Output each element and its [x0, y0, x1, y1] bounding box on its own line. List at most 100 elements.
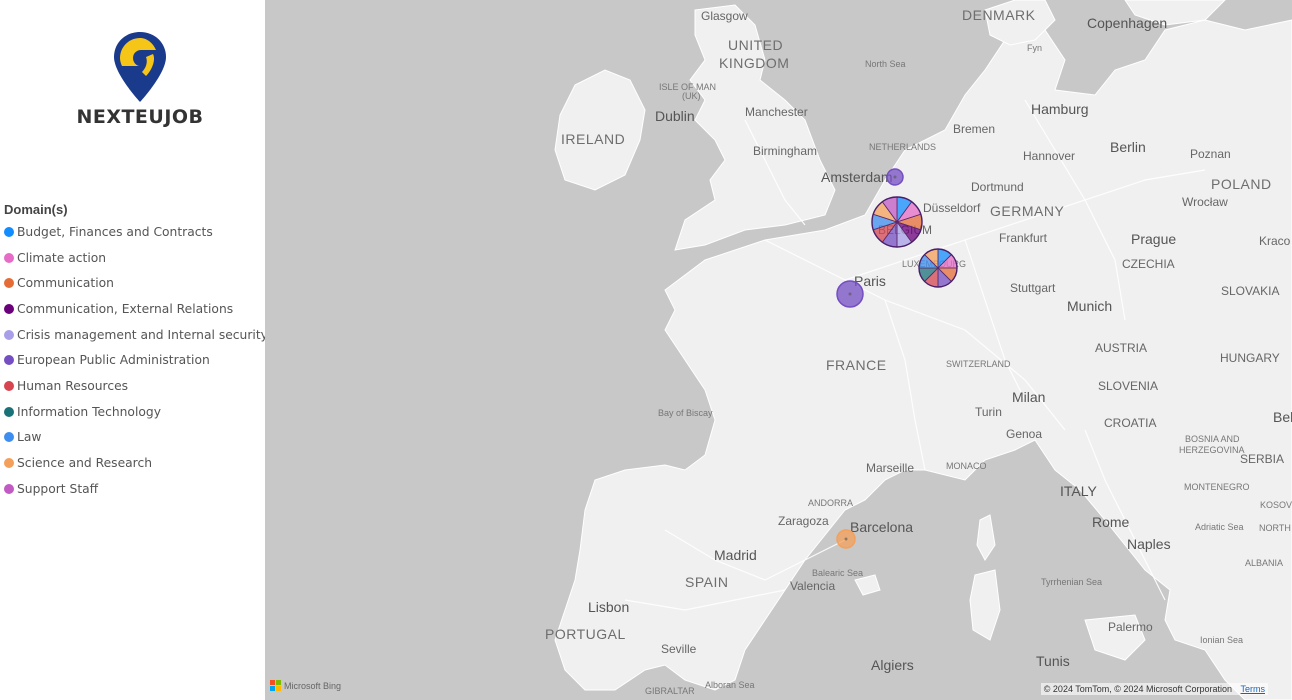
- legend-item[interactable]: Law: [4, 425, 264, 451]
- location-pin-logo-icon: [114, 32, 166, 102]
- city-label: Barcelona: [850, 519, 913, 535]
- legend-label: European Public Administration: [17, 353, 210, 368]
- country-label: SPAIN: [685, 574, 728, 590]
- city-label: Dublin: [655, 108, 695, 124]
- country-label: SERBIA: [1240, 452, 1284, 466]
- city-label: Turin: [975, 405, 1002, 419]
- city-label: Munich: [1067, 298, 1112, 314]
- city-label: Prague: [1131, 231, 1176, 247]
- pie-bubble-brussels[interactable]: [871, 196, 923, 248]
- country-label: MONACO: [946, 461, 987, 471]
- country-label: IRELAND: [561, 131, 625, 147]
- legend-label: Crisis management and Internal security: [17, 327, 268, 342]
- city-label: Bremen: [953, 122, 995, 136]
- country-label: PORTUGAL: [545, 626, 626, 642]
- country-label: FRANCE: [826, 357, 887, 373]
- country-label: BOSNIA AND: [1185, 434, 1240, 444]
- city-label: Manchester: [745, 105, 808, 119]
- city-label: Copenhagen: [1087, 15, 1167, 31]
- legend-swatch: [4, 303, 14, 314]
- city-label: Marseille: [866, 461, 914, 475]
- legend-swatch: [4, 432, 14, 443]
- country-label: ANDORRA: [808, 498, 853, 508]
- country-label: DENMARK: [962, 7, 1036, 23]
- pie-bubble-paris[interactable]: [836, 280, 864, 308]
- country-label: MONTENEGRO: [1184, 482, 1250, 492]
- brand-logo: NEXTEUJOB: [70, 30, 210, 130]
- map-visual[interactable]: Glasgow UNITED KINGDOM ISLE OF MAN (UK) …: [265, 0, 1292, 700]
- legend-item[interactable]: Science and Research: [4, 450, 264, 476]
- country-label: KOSOVO: [1260, 500, 1292, 510]
- terms-link[interactable]: Terms: [1241, 684, 1266, 694]
- city-label: Zaragoza: [778, 514, 829, 528]
- city-label: Fyn: [1027, 43, 1042, 53]
- microsoft-logo-icon: [270, 680, 281, 691]
- legend-item[interactable]: Communication, External Relations: [4, 296, 264, 322]
- map-legend: Domain(s) Budget, Finances and Contracts…: [4, 202, 268, 502]
- country-label: POLAND: [1211, 176, 1272, 192]
- city-label: Berlin: [1110, 139, 1146, 155]
- legend-label: Information Technology: [17, 404, 161, 419]
- country-label: GERMANY: [990, 203, 1064, 219]
- legend-swatch: [4, 458, 14, 469]
- city-label: Dortmund: [971, 180, 1024, 194]
- country-label: SWITZERLAND: [946, 359, 1011, 369]
- country-label: AUSTRIA: [1095, 341, 1147, 355]
- country-label: KINGDOM: [719, 55, 789, 71]
- pie-bubble-luxembourg[interactable]: [918, 248, 958, 288]
- report-canvas: NEXTEUJOB Domain(s) Budget, Finances and…: [0, 0, 1292, 700]
- pie-bubble-amsterdam[interactable]: [886, 168, 904, 186]
- map-canvas[interactable]: Glasgow UNITED KINGDOM ISLE OF MAN (UK) …: [265, 0, 1292, 700]
- land-corsica: [976, 514, 996, 561]
- legend-item[interactable]: Human Resources: [4, 373, 264, 399]
- brand-name: NEXTEUJOB: [76, 106, 204, 128]
- sea-label: North Sea: [865, 59, 906, 69]
- legend-item[interactable]: European Public Administration: [4, 347, 264, 373]
- legend-title: Domain(s): [4, 202, 68, 217]
- country-label: GIBRALTAR: [645, 686, 695, 696]
- legend-label: Law: [17, 430, 42, 445]
- city-label: Bel: [1273, 409, 1292, 425]
- city-label: Düsseldorf: [923, 201, 981, 215]
- city-label: Hannover: [1023, 149, 1075, 163]
- legend-label: Climate action: [17, 250, 107, 265]
- pie-bubble-barcelona[interactable]: [836, 529, 856, 549]
- legend-item[interactable]: Support Staff: [4, 476, 264, 502]
- city-label: Naples: [1127, 536, 1171, 552]
- legend-label: Communication, External Relations: [17, 301, 234, 316]
- country-label: HERZEGOVINA: [1179, 445, 1245, 455]
- land-mallorca: [854, 574, 881, 596]
- city-label: Birmingham: [753, 144, 817, 158]
- legend-item[interactable]: Crisis management and Internal security: [4, 322, 268, 348]
- legend-item[interactable]: Climate action: [4, 245, 264, 271]
- country-label: NETHERLANDS: [869, 142, 936, 152]
- legend-swatch: [4, 483, 14, 494]
- city-label: Seville: [661, 642, 697, 656]
- country-label: (UK): [682, 91, 701, 101]
- legend-label: Science and Research: [17, 456, 153, 471]
- sea-label: Tyrrhenian Sea: [1041, 577, 1102, 587]
- bubble-center: [893, 175, 897, 179]
- legend-item[interactable]: Budget, Finances and Contracts: [4, 219, 264, 245]
- city-label: Valencia: [790, 579, 835, 593]
- country-label: CROATIA: [1104, 416, 1156, 430]
- country-label: ITALY: [1060, 483, 1097, 499]
- city-label: Palermo: [1108, 620, 1153, 634]
- legend-item[interactable]: Information Technology: [4, 399, 264, 425]
- city-label: Algiers: [871, 657, 914, 673]
- copyright-text: © 2024 TomTom, © 2024 Microsoft Corporat…: [1043, 684, 1232, 694]
- bubble-center: [844, 537, 848, 541]
- legend-swatch: [4, 329, 14, 340]
- city-label: Hamburg: [1031, 101, 1089, 117]
- legend-swatch: [4, 252, 14, 263]
- legend-item[interactable]: Communication: [4, 270, 264, 296]
- legend-swatch: [4, 406, 14, 417]
- country-label: HUNGARY: [1220, 351, 1280, 365]
- country-label: SLOVAKIA: [1221, 284, 1279, 298]
- bing-attribution: Microsoft Bing: [270, 680, 341, 691]
- sea-label: Balearic Sea: [812, 568, 863, 578]
- city-label: Poznan: [1190, 147, 1231, 161]
- legend-label: Human Resources: [17, 378, 129, 393]
- legend-swatch: [4, 278, 14, 289]
- sea-label: Ionian Sea: [1200, 635, 1243, 645]
